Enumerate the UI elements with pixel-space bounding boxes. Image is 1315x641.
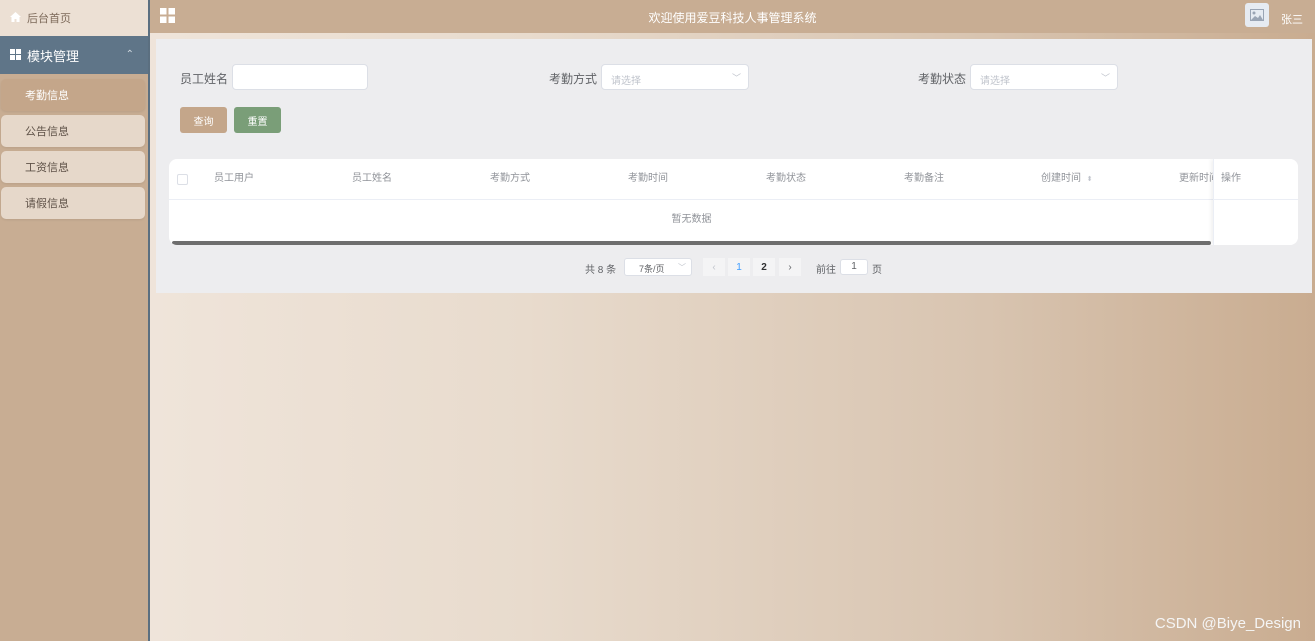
sidebar-item-label: 工资信息 — [25, 162, 69, 174]
column-header: 员工姓名 — [352, 173, 392, 184]
main-panel: 员工姓名 考勤方式 请选择 ﹀ 考勤状态 请选择 ﹀ 查询 重置 员工用户 员工… — [156, 39, 1312, 293]
name-label: 员工姓名 — [180, 72, 229, 86]
chevron-down-icon: ﹀ — [731, 73, 741, 83]
watermark: CSDN @Biye_Design — [1154, 615, 1301, 632]
chevron-down-icon: ﹀ — [1100, 73, 1110, 83]
sort-icon[interactable]: ⬍ — [1087, 176, 1093, 183]
sidebar-group-modules[interactable]: 模块管理 ⌃ — [0, 36, 148, 74]
prev-page-button[interactable]: ‹ — [703, 258, 725, 276]
action-column-header: 操作 — [1221, 173, 1241, 184]
sidebar-item-salary[interactable]: 工资信息 — [1, 151, 145, 183]
chevron-down-icon: ﹀ — [678, 263, 686, 272]
status-placeholder: 请选择 — [980, 76, 1010, 87]
column-header: 考勤状态 — [766, 173, 806, 184]
status-label: 考勤状态 — [918, 72, 967, 86]
column-header: 考勤备注 — [904, 173, 944, 184]
method-placeholder: 请选择 — [611, 76, 641, 87]
sidebar-item-label: 公告信息 — [25, 126, 69, 138]
page-title: 欢迎使用爱豆科技人事管理系统 — [648, 11, 817, 25]
column-header-label: 创建时间 — [1041, 173, 1081, 184]
method-label: 考勤方式 — [549, 72, 598, 86]
select-all-checkbox[interactable] — [177, 174, 188, 185]
column-header: 员工用户 — [214, 173, 254, 184]
home-icon — [10, 11, 21, 25]
top-header: 欢迎使用爱豆科技人事管理系统 张三 — [150, 0, 1315, 33]
username[interactable]: 张三 — [1281, 11, 1303, 27]
empty-text: 暂无数据 — [671, 214, 712, 225]
sidebar-home-label: 后台首页 — [27, 13, 71, 25]
reset-button[interactable]: 重置 — [234, 107, 281, 133]
grid-icon — [10, 48, 21, 63]
sidebar-item-label: 请假信息 — [25, 198, 69, 210]
sidebar-group-label: 模块管理 — [27, 48, 80, 64]
page-size-value: 7条/页 — [639, 264, 665, 274]
data-table: 员工用户 员工姓名 考勤方式 考勤时间 考勤状态 考勤备注 创建时间 ⬍ 更新时… — [169, 159, 1298, 245]
pagination-total: 共 8 条 — [585, 264, 617, 276]
query-button[interactable]: 查询 — [180, 107, 227, 133]
action-column: 操作 — [1213, 159, 1298, 245]
sidebar-item-attendance[interactable]: 考勤信息 — [1, 79, 145, 111]
chevron-up-icon: ⌃ — [125, 49, 134, 60]
column-header-sortable[interactable]: 创建时间 ⬍ — [1041, 159, 1093, 199]
sidebar-item-leave[interactable]: 请假信息 — [1, 187, 145, 219]
status-select[interactable]: 请选择 ﹀ — [970, 64, 1118, 90]
sidebar-item-label: 考勤信息 — [25, 90, 69, 102]
goto-label: 前往 — [816, 264, 836, 276]
column-header: 考勤时间 — [628, 173, 668, 184]
next-page-button[interactable]: › — [779, 258, 801, 276]
page-1-button[interactable]: 1 — [728, 258, 750, 276]
header-divider — [1214, 199, 1298, 200]
sidebar-home[interactable]: 后台首页 — [0, 0, 148, 36]
name-input[interactable] — [232, 64, 368, 90]
method-select[interactable]: 请选择 ﹀ — [601, 64, 749, 90]
sidebar: 后台首页 模块管理 ⌃ 考勤信息 公告信息 工资信息 请假信息 — [0, 0, 150, 641]
goto-page-input[interactable]: 1 — [840, 259, 868, 275]
page-unit-label: 页 — [872, 264, 882, 276]
column-header: 考勤方式 — [490, 173, 530, 184]
page-2-button[interactable]: 2 — [753, 258, 775, 276]
page-size-select[interactable]: 7条/页 ﹀ — [624, 258, 692, 276]
horizontal-scrollbar[interactable] — [172, 241, 1211, 245]
avatar[interactable] — [1245, 3, 1269, 27]
image-icon — [1250, 9, 1264, 21]
sidebar-item-announcement[interactable]: 公告信息 — [1, 115, 145, 147]
